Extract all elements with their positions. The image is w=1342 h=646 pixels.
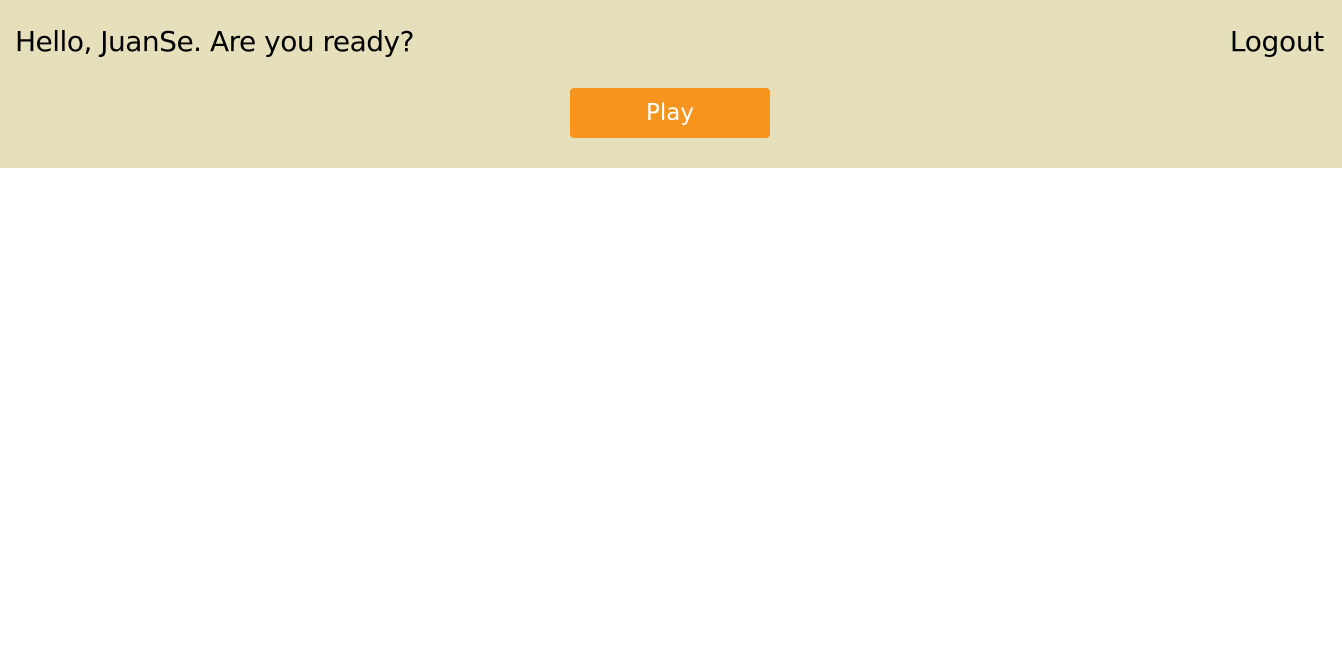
main-content-area (0, 168, 1342, 646)
top-header: Hello, JuanSe. Are you ready? Logout Pla… (0, 0, 1342, 168)
logout-link[interactable]: Logout (1230, 22, 1324, 62)
greeting-text: Hello, JuanSe. Are you ready? (15, 25, 415, 58)
play-button[interactable]: Play (570, 88, 770, 138)
